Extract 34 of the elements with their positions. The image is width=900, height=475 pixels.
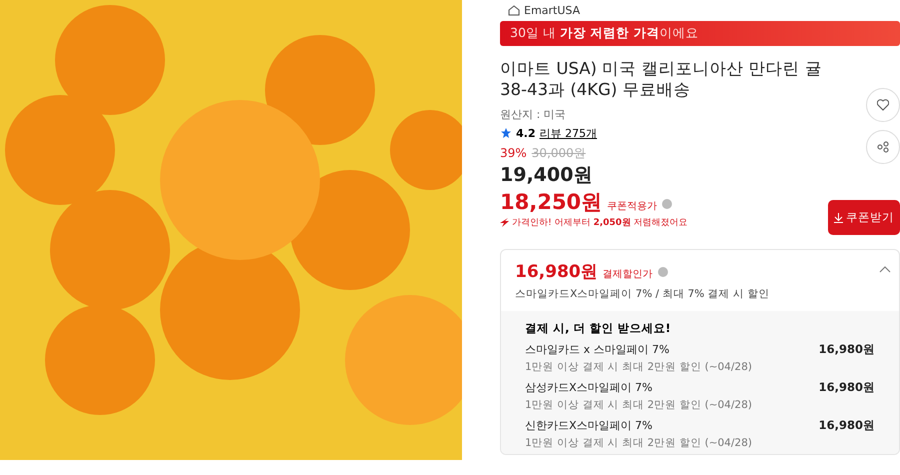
discount-rate: 39% [500,146,527,160]
like-button[interactable] [866,88,900,122]
offer-price: 16,980원 [818,380,875,396]
origin-text: 원산지 : 미국 [500,106,567,122]
sale-price: 19,400원 [500,164,592,186]
coupon-button[interactable]: 쿠폰받기 [828,200,900,235]
coupon-price: 18,250원 [500,188,602,216]
payment-price: 16,980원 [515,261,598,283]
price-drop-text: 가격인하! 어제부터 2,050원 저렴해졌어요 [512,216,688,229]
rating-score: 4.2 [516,126,536,140]
share-button[interactable] [866,130,900,164]
heart-icon [877,99,889,111]
offer-name: 신한카드X스마일페이 7% [525,418,654,433]
offers-heading: 결제 시, 더 할인 받으세요! [525,321,672,336]
star-icon [500,127,512,140]
product-title: 이마트 USA) 미국 캘리포니아산 만다린 귤 38-43과 (4KG) 무료배송 [500,58,823,101]
share-icon [877,141,889,153]
coupon-price-label: 쿠폰적용가 [607,200,658,213]
payment-price-label: 결제할인가 [602,268,653,281]
download-icon [834,212,843,222]
home-icon [508,5,520,16]
offer-name: 삼성카드X스마일페이 7% [525,380,654,395]
payment-summary: 스마일카드X스마일페이 7% / 최대 7% 결제 시 할인 [515,287,770,301]
offer-detail: 1만원 이상 결제 시 최대 2만원 할인 (~04/28) [525,436,752,450]
chevron-up-icon[interactable] [879,266,891,273]
offer-detail: 1만원 이상 결제 시 최대 2만원 할인 (~04/28) [525,398,752,412]
offer-name: 스마일카드 x 스마일페이 7% [525,342,670,357]
lowest-price-banner: 30일 내 가장 저렴한 가격이에요 [500,21,900,46]
offer-price: 16,980원 [818,342,875,358]
offer-price: 16,980원 [818,418,875,434]
offer-detail: 1만원 이상 결제 시 최대 2만원 할인 (~04/28) [525,360,752,374]
review-link[interactable]: 리뷰 275개 [540,126,597,141]
store-link[interactable]: EmartUSA [524,4,580,17]
original-price: 30,000원 [532,144,586,162]
